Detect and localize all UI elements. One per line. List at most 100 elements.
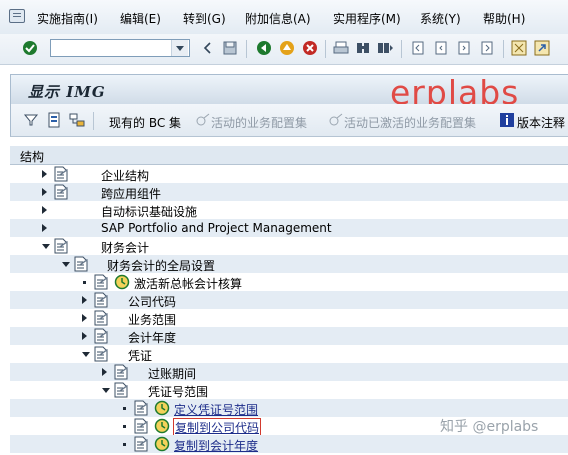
collapsed-node-icon[interactable]: [42, 206, 47, 214]
collapsed-node-icon[interactable]: [82, 332, 87, 340]
collapsed-node-icon[interactable]: [82, 296, 87, 304]
expanded-node-icon[interactable]: [62, 262, 70, 267]
hierarchy-icon[interactable]: [69, 112, 85, 128]
exit-icon[interactable]: [279, 40, 295, 56]
next-page-icon[interactable]: [456, 40, 472, 56]
documentation-icon[interactable]: [46, 112, 62, 128]
menu-utilities[interactable]: 实用程序(M): [333, 10, 401, 27]
command-input[interactable]: [51, 40, 177, 56]
tree-node-label[interactable]: 凭证号范围: [148, 383, 208, 400]
prev-page-icon[interactable]: [433, 40, 449, 56]
documentation-icon[interactable]: [113, 382, 129, 398]
tree-row[interactable]: 凭证号范围: [10, 381, 568, 399]
tree-row[interactable]: 公司代码: [10, 291, 568, 309]
tree-node-label[interactable]: 企业结构: [101, 167, 149, 184]
documentation-icon[interactable]: [93, 346, 109, 362]
tree-row[interactable]: 过账期间: [10, 363, 568, 381]
new-session-icon[interactable]: [511, 40, 527, 56]
documentation-icon[interactable]: [133, 418, 149, 434]
collapsed-node-icon[interactable]: [102, 368, 107, 376]
documentation-icon[interactable]: [133, 400, 149, 416]
tree-node-label[interactable]: 会计年度: [128, 329, 176, 346]
tree-node-label[interactable]: 业务范围: [128, 311, 176, 328]
documentation-icon[interactable]: [53, 166, 69, 182]
expanded-node-icon[interactable]: [82, 352, 90, 357]
back-icon[interactable]: [256, 40, 272, 56]
tree-node-label[interactable]: 复制到会计年度: [174, 437, 258, 454]
enter-check-icon[interactable]: [22, 40, 38, 56]
activate-bc-set-button[interactable]: 活动的业务配置集: [211, 114, 307, 131]
execute-activity-icon[interactable]: [114, 274, 130, 290]
menu-edit[interactable]: 编辑(E): [120, 10, 161, 27]
leaf-bullet-icon: [123, 407, 126, 410]
documentation-icon[interactable]: [93, 274, 109, 290]
menu-implementation-guide[interactable]: 实施指南(I): [37, 10, 98, 27]
collapsed-node-icon[interactable]: [82, 314, 87, 322]
tree-node-label[interactable]: 自动标识基础设施: [101, 203, 197, 220]
documentation-icon[interactable]: [93, 292, 109, 308]
tree-node-label[interactable]: 复制到公司代码: [172, 418, 262, 437]
chevron-down-icon[interactable]: [171, 40, 188, 56]
menu-extras[interactable]: 附加信息(A): [245, 10, 311, 27]
first-page-icon[interactable]: [410, 40, 426, 56]
collapsed-node-icon[interactable]: [42, 170, 47, 178]
filter-icon[interactable]: [23, 112, 39, 128]
tree-row[interactable]: 业务范围: [10, 309, 568, 327]
collapsed-node-icon[interactable]: [42, 188, 47, 196]
documentation-icon[interactable]: [53, 238, 69, 254]
leaf-bullet-icon: [123, 425, 126, 428]
menu-goto[interactable]: 转到(G): [183, 10, 226, 27]
tree-node-label[interactable]: 凭证: [128, 347, 152, 364]
tree-row[interactable]: 跨应用组件: [10, 183, 568, 201]
documentation-icon[interactable]: [53, 184, 69, 200]
tree-node-label[interactable]: 定义凭证号范围: [174, 401, 258, 418]
documentation-icon[interactable]: [93, 310, 109, 326]
tree-node-label[interactable]: 过账期间: [148, 365, 196, 382]
tree-row[interactable]: 会计年度: [10, 327, 568, 345]
activated-bc-set-button[interactable]: 活动已激活的业务配置集: [344, 114, 476, 131]
tree-node-label[interactable]: 财务会计的全局设置: [107, 257, 215, 274]
tree-node-label[interactable]: 激活新总帐会计核算: [134, 275, 242, 292]
tree-node-label[interactable]: 跨应用组件: [101, 185, 161, 202]
bc-sets-button[interactable]: 现有的 BC 集: [109, 114, 181, 131]
tree-row[interactable]: 定义凭证号范围: [10, 399, 568, 417]
cancel-icon[interactable]: [302, 40, 318, 56]
bc-set-activate-icon: [196, 113, 210, 126]
tree-row[interactable]: SAP Portfolio and Project Management: [10, 219, 568, 237]
toolbar-separator: [246, 40, 247, 58]
execute-activity-icon[interactable]: [154, 436, 170, 452]
tree-node-label[interactable]: 财务会计: [101, 239, 149, 256]
tree-node-label[interactable]: 公司代码: [128, 293, 176, 310]
tree-row[interactable]: 企业结构: [10, 165, 568, 183]
tree-row[interactable]: 激活新总帐会计核算: [10, 273, 568, 291]
print-icon[interactable]: [333, 40, 349, 56]
tree-row[interactable]: 复制到会计年度: [10, 435, 568, 453]
expanded-node-icon[interactable]: [102, 388, 110, 393]
execute-activity-icon[interactable]: [154, 400, 170, 416]
find-next-icon[interactable]: [377, 40, 393, 56]
menu-help[interactable]: 帮助(H): [483, 10, 525, 27]
documentation-icon[interactable]: [93, 328, 109, 344]
save-icon[interactable]: [222, 40, 238, 56]
release-notes-button[interactable]: 版本注释: [517, 114, 565, 131]
documentation-icon[interactable]: [113, 364, 129, 380]
tree-node-label[interactable]: SAP Portfolio and Project Management: [101, 221, 332, 235]
command-field[interactable]: [50, 39, 190, 57]
expanded-node-icon[interactable]: [42, 244, 50, 249]
tree-row[interactable]: 财务会计的全局设置: [10, 255, 568, 273]
tree-row[interactable]: 凭证: [10, 345, 568, 363]
documentation-icon[interactable]: [73, 256, 89, 272]
tree-row[interactable]: 自动标识基础设施: [10, 201, 568, 219]
system-menu-icon[interactable]: [9, 9, 25, 23]
last-page-icon[interactable]: [479, 40, 495, 56]
bc-set-activated-icon: [329, 113, 343, 126]
documentation-icon[interactable]: [133, 436, 149, 452]
tree-row[interactable]: 财务会计: [10, 237, 568, 255]
menu-system[interactable]: 系统(Y): [420, 10, 461, 27]
execute-activity-icon[interactable]: [154, 418, 170, 434]
shortcut-icon[interactable]: [534, 40, 550, 56]
find-icon[interactable]: [355, 40, 371, 56]
page-title: 显示 IMG: [28, 83, 106, 101]
left-arrow-icon[interactable]: [200, 40, 216, 56]
collapsed-node-icon[interactable]: [42, 224, 47, 232]
